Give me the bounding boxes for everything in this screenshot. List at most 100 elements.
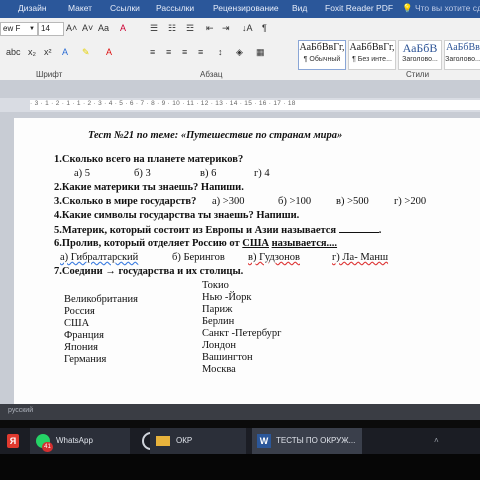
- screen-bezel: [0, 454, 480, 480]
- tell-me-search[interactable]: 💡 Что вы хотите сде: [402, 3, 480, 14]
- q6-option-c: в) Гудзонов: [248, 252, 300, 263]
- text-effects-icon[interactable]: A: [62, 46, 68, 58]
- question-6-end: называется....: [271, 238, 338, 249]
- q3-option-a: а) >300: [212, 196, 245, 207]
- question-5-text: 5.Материк, который состоит из Европы и А…: [54, 225, 337, 236]
- tab-layout[interactable]: Макет: [68, 3, 92, 13]
- question-6-usa: США: [242, 238, 269, 249]
- question-7: 7.Соедини → государства и их столицы.: [54, 266, 243, 277]
- strikethrough-icon[interactable]: abc: [6, 46, 21, 58]
- capital-item: Москва: [202, 364, 236, 375]
- folder-icon: [156, 436, 170, 446]
- q1-option-c: в) 6: [200, 168, 217, 179]
- question-6-text: 6.Пролив, который отделяет Россию от: [54, 238, 240, 249]
- q3-option-c: в) >500: [336, 196, 369, 207]
- bullets-icon[interactable]: ☰: [150, 22, 158, 34]
- taskbar-item-folder[interactable]: ОКР: [150, 428, 246, 454]
- style-heading-1[interactable]: АаБбВ Заголово...: [398, 40, 442, 70]
- align-right-icon[interactable]: ≡: [182, 46, 187, 58]
- capital-item: Санкт -Петербург: [202, 328, 282, 339]
- sort-icon[interactable]: ↓A: [242, 22, 253, 34]
- q1-option-d: г) 4: [254, 168, 270, 179]
- question-5-end: .: [378, 225, 382, 236]
- question-5: 5.Материк, который состоит из Европы и А…: [54, 224, 381, 236]
- ruler-numbers: · 3 · 1 · 2 · 1 · 1 · 2 · 3 · 4 · 5 · 6 …: [30, 100, 296, 107]
- taskbar-label: WhatsApp: [56, 436, 93, 445]
- question-6: 6.Пролив, который отделяет Россию от США…: [54, 238, 337, 249]
- notification-area[interactable]: ˄: [430, 428, 480, 454]
- document-page[interactable]: Тест №21 по теме: «Путешествие по страна…: [14, 118, 480, 406]
- ribbon-home: ew F ▼ 14 A˄ A˅ Aa A abc x₂ x² A ✎ A ☰ ☷…: [0, 18, 480, 81]
- style-name: ¶ Обычный: [303, 56, 341, 63]
- grow-font-icon[interactable]: A˄: [66, 22, 77, 34]
- tab-mailings[interactable]: Рассылки: [156, 3, 194, 13]
- align-left-icon[interactable]: ≡: [150, 46, 155, 58]
- capital-item: Токио: [202, 280, 229, 291]
- style-name: ¶ Без инте...: [352, 56, 392, 63]
- tell-me-placeholder: Что вы хотите сде: [414, 3, 480, 13]
- capital-item: Берлин: [202, 316, 235, 327]
- style-preview: АаБбВвГг,: [299, 42, 345, 53]
- style-preview: АаБбВ: [402, 41, 438, 55]
- show-formatting-icon[interactable]: ¶: [262, 22, 267, 34]
- font-size-value: 14: [41, 24, 50, 33]
- tab-design[interactable]: Дизайн: [18, 3, 47, 13]
- capital-item: Париж: [202, 304, 233, 315]
- question-2: 2.Какие материки ты знаешь? Напиши.: [54, 182, 244, 193]
- line-spacing-icon[interactable]: ↕: [218, 46, 223, 58]
- question-4: 4.Какие символы государства ты знаешь? Н…: [54, 210, 300, 221]
- horizontal-ruler[interactable]: · 3 · 1 · 2 · 1 · 1 · 2 · 3 · 4 · 5 · 6 …: [0, 98, 480, 112]
- q6-option-b: б) Берингов: [172, 252, 225, 263]
- multilevel-list-icon[interactable]: ☲: [186, 22, 194, 34]
- tab-review[interactable]: Рецензирование: [213, 3, 279, 13]
- style-heading-2[interactable]: АаБбВв Заголово...: [444, 40, 480, 70]
- question-7-end: государства и их столицы.: [118, 266, 244, 277]
- yandex-browser-icon[interactable]: Я: [0, 428, 26, 454]
- group-label-paragraph: Абзац: [200, 70, 223, 79]
- language-indicator[interactable]: русский: [8, 407, 33, 414]
- font-name-select[interactable]: ew F ▼: [0, 22, 38, 36]
- justify-icon[interactable]: ≡: [198, 46, 203, 58]
- style-no-spacing[interactable]: АаБбВвГг, ¶ Без инте...: [348, 40, 396, 70]
- capital-item: Нью -Йорк: [202, 292, 252, 303]
- highlight-color-icon[interactable]: ✎: [82, 46, 90, 58]
- taskbar-item-word[interactable]: W ТЕСТЫ ПО ОКРУЖ...: [252, 428, 362, 456]
- numbering-icon[interactable]: ☷: [168, 22, 176, 34]
- test-title: Тест №21 по теме: «Путешествие по страна…: [88, 130, 343, 141]
- tab-references[interactable]: Ссылки: [110, 3, 140, 13]
- notification-badge: 41: [42, 442, 53, 452]
- change-case-icon[interactable]: Aa: [98, 22, 109, 34]
- country-item: США: [64, 318, 90, 329]
- taskbar-label: ТЕСТЫ ПО ОКРУЖ...: [276, 436, 356, 445]
- clear-formatting-icon[interactable]: A: [120, 22, 126, 34]
- style-preview: АаБбВв: [446, 42, 480, 53]
- lightbulb-icon: 💡: [402, 3, 413, 13]
- taskbar-label: ОКР: [176, 436, 193, 445]
- capital-item: Лондон: [202, 340, 236, 351]
- tray-arrow-icon: ˄: [434, 436, 439, 445]
- align-center-icon[interactable]: ≡: [166, 46, 171, 58]
- borders-icon[interactable]: ▦: [256, 46, 265, 58]
- tab-foxit-reader-pdf[interactable]: Foxit Reader PDF: [325, 3, 393, 13]
- tab-view[interactable]: Вид: [292, 3, 307, 13]
- q1-option-a: а) 5: [74, 168, 91, 179]
- status-bar: русский: [0, 404, 480, 420]
- shrink-font-icon[interactable]: A˅: [82, 22, 93, 34]
- ribbon-tab-bar: Дизайн Макет Ссылки Рассылки Рецензирова…: [0, 0, 480, 18]
- style-preview: АаБбВвГг,: [349, 42, 395, 53]
- country-item: Великобритания: [64, 294, 138, 305]
- shading-icon[interactable]: ◈: [236, 46, 243, 58]
- style-normal[interactable]: АаБбВвГг, ¶ Обычный: [298, 40, 346, 70]
- font-size-select[interactable]: 14: [38, 22, 64, 36]
- decrease-indent-icon[interactable]: ⇤: [206, 22, 214, 34]
- country-item: Франция: [64, 330, 104, 341]
- superscript-icon[interactable]: x²: [44, 46, 52, 58]
- chevron-down-icon: ▼: [29, 26, 35, 32]
- increase-indent-icon[interactable]: ⇥: [222, 22, 230, 34]
- taskbar-item-whatsapp[interactable]: 41 WhatsApp: [30, 428, 130, 454]
- font-name-value: ew F: [3, 24, 21, 33]
- q6-option-a: а) Гибралтарский: [60, 252, 139, 263]
- font-color-icon[interactable]: A: [106, 46, 112, 58]
- subscript-icon[interactable]: x₂: [28, 46, 36, 58]
- answer-blank: [338, 224, 379, 233]
